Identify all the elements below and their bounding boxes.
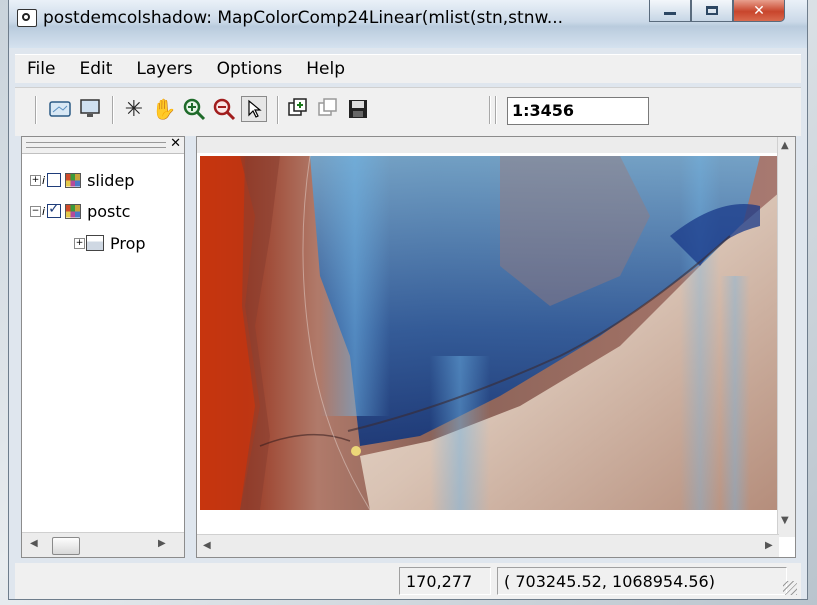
info-icon[interactable]: i — [42, 205, 45, 218]
zoom-in-icon — [183, 98, 206, 121]
pan-button[interactable]: ✋ — [151, 96, 177, 122]
scroll-left-icon[interactable]: ◀ — [30, 538, 38, 549]
map-vertical-scrollbar[interactable]: ▲ ▼ — [777, 137, 795, 537]
select-button[interactable] — [241, 96, 267, 122]
properties-label: Prop — [110, 233, 146, 253]
scale-input[interactable]: 1:3456 — [507, 97, 649, 125]
status-bar: 170,277 ( 703245.52, 1068954.56) — [15, 563, 801, 599]
save-icon — [349, 100, 367, 118]
toolbar-separator — [495, 96, 496, 124]
map-window: postdemcolshadow: MapColorComp24Linear(m… — [8, 0, 808, 600]
window-controls: ✕ — [649, 0, 785, 24]
scroll-left-icon[interactable]: ◀ — [203, 540, 211, 551]
open-map-icon — [49, 101, 71, 117]
toolbar-separator — [277, 96, 278, 124]
copy-layer-button[interactable] — [315, 96, 341, 122]
zoom-in-button[interactable] — [181, 96, 207, 122]
map-top-strip — [197, 137, 777, 153]
scroll-down-icon[interactable]: ▼ — [781, 515, 789, 526]
menu-bar: File Edit Layers Options Help — [15, 54, 801, 83]
maximize-button[interactable] — [691, 0, 733, 22]
layer-row-postc[interactable]: − i postc — [30, 200, 130, 222]
panel-grip[interactable] — [26, 142, 166, 148]
scroll-thumb[interactable] — [52, 537, 80, 555]
menu-edit[interactable]: Edit — [67, 59, 124, 79]
zoom-out-button[interactable] — [211, 96, 237, 122]
layer-label: slidep — [87, 170, 135, 190]
toolbar-separator — [489, 96, 490, 124]
raster-layer-icon — [65, 203, 82, 219]
resize-grip-icon[interactable] — [783, 581, 797, 595]
toolbar-grip — [35, 96, 36, 124]
open-map-button[interactable] — [47, 96, 73, 122]
properties-icon — [86, 235, 104, 251]
display-button[interactable] — [77, 96, 103, 122]
expand-icon[interactable]: + — [74, 237, 85, 249]
layer-panel: ✕ + i slidep − i postc + Prop ◀ ▶ — [21, 136, 185, 558]
toolbar-separator — [112, 96, 113, 124]
shaded-relief-image — [200, 156, 787, 510]
compass-star-icon: ✳ — [124, 96, 144, 122]
add-layer-icon — [288, 98, 307, 116]
expand-icon[interactable]: + — [30, 174, 41, 186]
window-title: postdemcolshadow: MapColorComp24Linear(m… — [43, 8, 564, 28]
close-button[interactable]: ✕ — [733, 0, 785, 22]
map-canvas[interactable] — [200, 156, 787, 510]
app-eye-icon[interactable] — [17, 9, 37, 27]
minimize-button[interactable] — [649, 0, 691, 22]
scroll-up-icon[interactable]: ▲ — [781, 140, 789, 151]
menu-file[interactable]: File — [15, 59, 67, 79]
toolbar: ✳ ✋ 1:3456 — [15, 87, 801, 136]
scroll-right-icon[interactable]: ▶ — [765, 540, 773, 551]
save-button[interactable] — [345, 96, 371, 122]
display-monitor-icon — [80, 99, 100, 117]
layer-panel-scrollbar[interactable]: ◀ ▶ — [22, 532, 184, 557]
layer-label: postc — [87, 201, 131, 221]
layer-visibility-checkbox[interactable] — [47, 201, 62, 218]
zoom-out-icon — [213, 98, 236, 121]
menu-help[interactable]: Help — [294, 59, 357, 79]
add-layer-button[interactable] — [285, 96, 311, 122]
layer-panel-header[interactable]: ✕ — [22, 136, 184, 154]
layer-visibility-checkbox[interactable] — [47, 173, 62, 187]
compass-button[interactable]: ✳ — [121, 96, 147, 122]
map-view[interactable]: ▲ ▼ ◀ ▶ — [196, 136, 796, 558]
pan-hand-icon: ✋ — [151, 97, 177, 121]
close-icon[interactable]: ✕ — [170, 136, 181, 151]
scroll-right-icon[interactable]: ▶ — [158, 538, 166, 549]
pixel-position: 170,277 — [399, 567, 491, 595]
raster-layer-icon — [65, 172, 82, 188]
map-horizontal-scrollbar[interactable]: ◀ ▶ — [197, 534, 779, 557]
select-arrow-icon — [248, 99, 262, 118]
layer-row-slidep[interactable]: + i slidep — [30, 169, 134, 191]
properties-row[interactable]: + Prop — [74, 232, 146, 254]
collapse-icon[interactable]: − — [30, 205, 41, 217]
menu-options[interactable]: Options — [205, 59, 295, 79]
menu-layers[interactable]: Layers — [124, 59, 204, 79]
title-bar[interactable]: postdemcolshadow: MapColorComp24Linear(m… — [9, 0, 807, 48]
copy-layer-icon — [318, 98, 337, 116]
map-coordinates: ( 703245.52, 1068954.56) — [497, 567, 787, 595]
info-icon[interactable]: i — [42, 174, 45, 187]
